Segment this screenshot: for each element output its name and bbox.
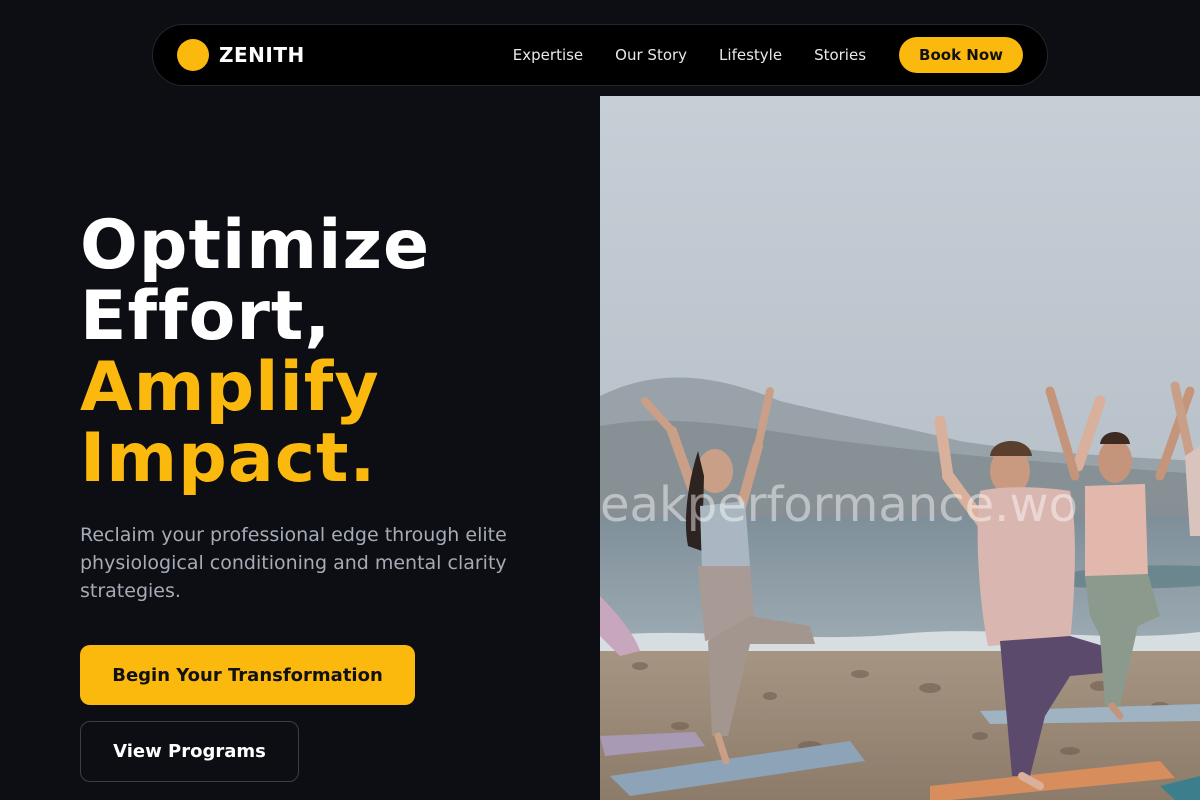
book-now-button[interactable]: Book Now [899,37,1023,73]
beach-yoga-photo: eakperformance.wo [600,96,1200,800]
nav-link-our-story[interactable]: Our Story [615,46,687,64]
nav-link-expertise[interactable]: Expertise [513,46,583,64]
hero-title: Optimize Effort, Amplify Impact. [80,210,430,494]
hero-subtitle: Reclaim your professional edge through e… [80,524,507,602]
begin-transformation-button[interactable]: Begin Your Transformation [80,645,415,705]
watermark-text: eakperformance.wo [600,477,1078,533]
top-navbar: ZENITH Expertise Our Story Lifestyle Sto… [152,24,1048,86]
view-programs-button[interactable]: View Programs [80,721,299,782]
nav-link-lifestyle[interactable]: Lifestyle [719,46,782,64]
brand-logo-icon [177,39,209,71]
hero-image: eakperformance.wo [600,96,1200,800]
landing-page: ZENITH Expertise Our Story Lifestyle Sto… [0,0,1200,800]
hero-title-line-1: Optimize [80,206,431,285]
hero-title-accent-line-1: Amplify [80,348,380,427]
nav-link-stories[interactable]: Stories [814,46,866,64]
brand-name: ZENITH [219,43,305,67]
hero-title-accent-line-2: Impact. [80,419,377,498]
hero-title-line-2: Effort, [80,277,332,356]
nav-right: Expertise Our Story Lifestyle Stories Bo… [513,37,1023,73]
brand[interactable]: ZENITH [177,39,305,71]
